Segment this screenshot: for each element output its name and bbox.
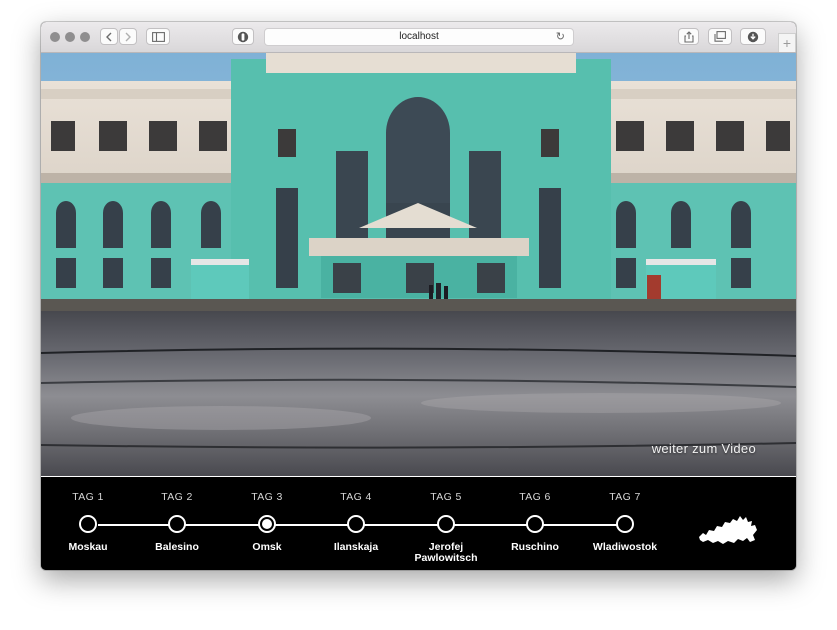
day-city: Wladiwostok — [592, 541, 658, 553]
share-button[interactable] — [678, 28, 699, 45]
day-city: Omsk — [252, 541, 282, 553]
journey-timeline: TAG 1 Moskau TAG 2 Balesino TAG 3 Omsk T… — [41, 476, 796, 570]
day-marker[interactable] — [79, 515, 97, 533]
day-marker[interactable] — [347, 515, 365, 533]
downloads-button[interactable] — [740, 28, 766, 45]
chevron-left-icon — [106, 32, 112, 41]
day-city: Ilanskaja — [333, 541, 379, 553]
address-text: localhost — [399, 31, 439, 42]
day-omsk[interactable]: TAG 3 Omsk — [217, 477, 317, 570]
day-ilanskaja[interactable]: TAG 4 Ilanskaja — [306, 477, 406, 570]
russia-map-icon[interactable] — [697, 511, 759, 549]
day-city: Ruschino — [511, 541, 559, 553]
new-tab-button[interactable]: + — [778, 33, 796, 52]
sidebar-button[interactable] — [146, 28, 170, 45]
download-icon — [747, 31, 759, 42]
day-marker[interactable] — [526, 515, 544, 533]
browser-toolbar: localhost ↻ — [41, 22, 796, 53]
panorama-view[interactable]: weiter zum Video — [41, 53, 796, 476]
day-city: Balesino — [155, 541, 199, 553]
day-tag: TAG 2 — [161, 491, 193, 503]
forward-button[interactable] — [119, 28, 137, 45]
day-tag: TAG 4 — [340, 491, 372, 503]
day-wladiwostok[interactable]: TAG 7 Wladiwostok — [575, 477, 675, 570]
day-tag: TAG 3 — [251, 491, 283, 503]
day-city: Jerofej Pawlowitsch — [414, 541, 478, 564]
day-marker[interactable] — [616, 515, 634, 533]
day-ruschino[interactable]: TAG 6 Ruschino — [485, 477, 585, 570]
day-marker[interactable] — [437, 515, 455, 533]
day-balesino[interactable]: TAG 2 Balesino — [127, 477, 227, 570]
address-bar[interactable]: localhost ↻ — [264, 28, 574, 46]
zoom-window-button[interactable] — [80, 32, 90, 42]
day-tag: TAG 7 — [609, 491, 641, 503]
day-marker-active[interactable] — [258, 515, 276, 533]
browser-window: localhost ↻ weiter zum Video TAG 1 Moska… — [41, 22, 796, 570]
day-marker[interactable] — [168, 515, 186, 533]
day-tag: TAG 5 — [430, 491, 462, 503]
tabs-overview-button[interactable] — [708, 28, 732, 45]
day-tag: TAG 6 — [519, 491, 551, 503]
close-window-button[interactable] — [50, 32, 60, 42]
shield-icon — [237, 31, 249, 42]
privacy-report-button[interactable] — [232, 28, 254, 45]
day-jerofej-pawlowitsch[interactable]: TAG 5 Jerofej Pawlowitsch — [396, 477, 496, 570]
back-button[interactable] — [100, 28, 118, 45]
day-moskau[interactable]: TAG 1 Moskau — [41, 477, 138, 570]
chevron-right-icon — [125, 32, 131, 41]
tabs-icon — [714, 31, 726, 42]
minimize-window-button[interactable] — [65, 32, 75, 42]
station-panorama-image[interactable] — [41, 53, 796, 476]
sidebar-icon — [151, 31, 165, 42]
video-link[interactable]: weiter zum Video — [652, 441, 756, 456]
reload-icon[interactable]: ↻ — [556, 29, 565, 45]
day-tag: TAG 1 — [72, 491, 104, 503]
day-city: Moskau — [68, 541, 108, 553]
share-icon — [683, 30, 694, 43]
